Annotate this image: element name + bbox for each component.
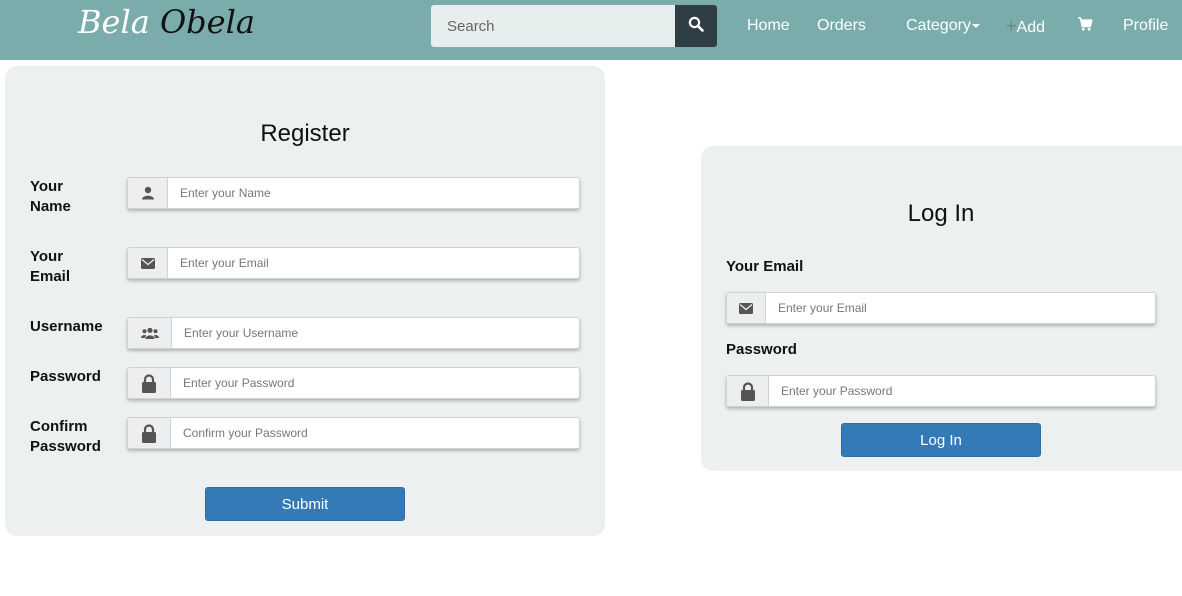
lock-icon xyxy=(128,418,171,448)
nav-add-link[interactable]: +Add xyxy=(1006,16,1045,38)
register-card: Register Your Name Your Email Username xyxy=(5,66,605,536)
label-line: Your xyxy=(30,178,64,195)
login-password-label: Password xyxy=(726,341,797,358)
login-title: Log In xyxy=(907,200,975,227)
label-line: Name xyxy=(30,198,71,215)
register-name-label: Your Name xyxy=(30,177,120,217)
register-password-input[interactable] xyxy=(171,368,579,398)
login-email-input[interactable] xyxy=(766,293,1155,323)
register-confirm-password-input[interactable] xyxy=(171,418,579,448)
register-name-input[interactable] xyxy=(168,178,579,208)
register-confirm-password-label: Confirm Password xyxy=(30,417,120,457)
register-confirm-password-group xyxy=(127,417,580,449)
nav-home-link[interactable]: Home xyxy=(747,16,790,36)
login-password-input[interactable] xyxy=(769,376,1155,406)
lock-icon xyxy=(128,368,171,398)
envelope-icon xyxy=(727,293,766,323)
cart-icon xyxy=(1077,17,1093,36)
register-password-group xyxy=(127,367,580,399)
register-email-group xyxy=(127,247,580,279)
submit-button[interactable]: Submit xyxy=(205,487,405,521)
plus-icon: + xyxy=(1006,16,1017,36)
nav-category-dropdown[interactable]: Category xyxy=(906,16,980,36)
login-card: Log In Your Email Password Log In xyxy=(701,146,1182,471)
login-password-group xyxy=(726,375,1156,407)
nav-add-label: Add xyxy=(1016,19,1045,36)
login-email-label: Your Email xyxy=(726,258,804,275)
label-line: Email xyxy=(30,268,71,285)
login-email-group xyxy=(726,292,1156,324)
lock-icon xyxy=(727,376,769,406)
nav-orders-link[interactable]: Orders xyxy=(817,16,866,36)
register-username-label: Username xyxy=(30,317,120,337)
envelope-icon xyxy=(128,248,168,278)
cart-button[interactable] xyxy=(1077,16,1093,37)
register-username-input[interactable] xyxy=(172,318,579,348)
search-input[interactable] xyxy=(431,5,676,47)
search-icon xyxy=(688,16,704,37)
label-line: Password xyxy=(30,368,101,385)
nav-profile-link[interactable]: Profile xyxy=(1123,16,1168,36)
navbar: Bela Obela Home Orders Category +Add Pro… xyxy=(0,0,1182,60)
chevron-down-icon xyxy=(971,23,980,28)
search-button[interactable] xyxy=(675,5,717,47)
brand-logo[interactable]: Bela Obela xyxy=(78,0,255,44)
register-name-group xyxy=(127,177,580,209)
users-icon xyxy=(128,318,172,348)
register-email-input[interactable] xyxy=(168,248,579,278)
label-line: Password xyxy=(30,438,101,455)
brand-logo-part2: Obela xyxy=(159,3,255,41)
register-password-label: Password xyxy=(30,367,120,387)
register-email-label: Your Email xyxy=(30,247,120,287)
register-title: Register xyxy=(260,120,350,147)
register-username-group xyxy=(127,317,580,349)
login-button[interactable]: Log In xyxy=(841,423,1041,457)
nav-category-label: Category xyxy=(906,17,971,34)
user-icon xyxy=(128,178,168,208)
label-line: Username xyxy=(30,318,103,335)
label-line: Confirm xyxy=(30,418,88,435)
label-line: Your xyxy=(30,248,64,265)
brand-logo-part1: Bela xyxy=(78,3,150,41)
